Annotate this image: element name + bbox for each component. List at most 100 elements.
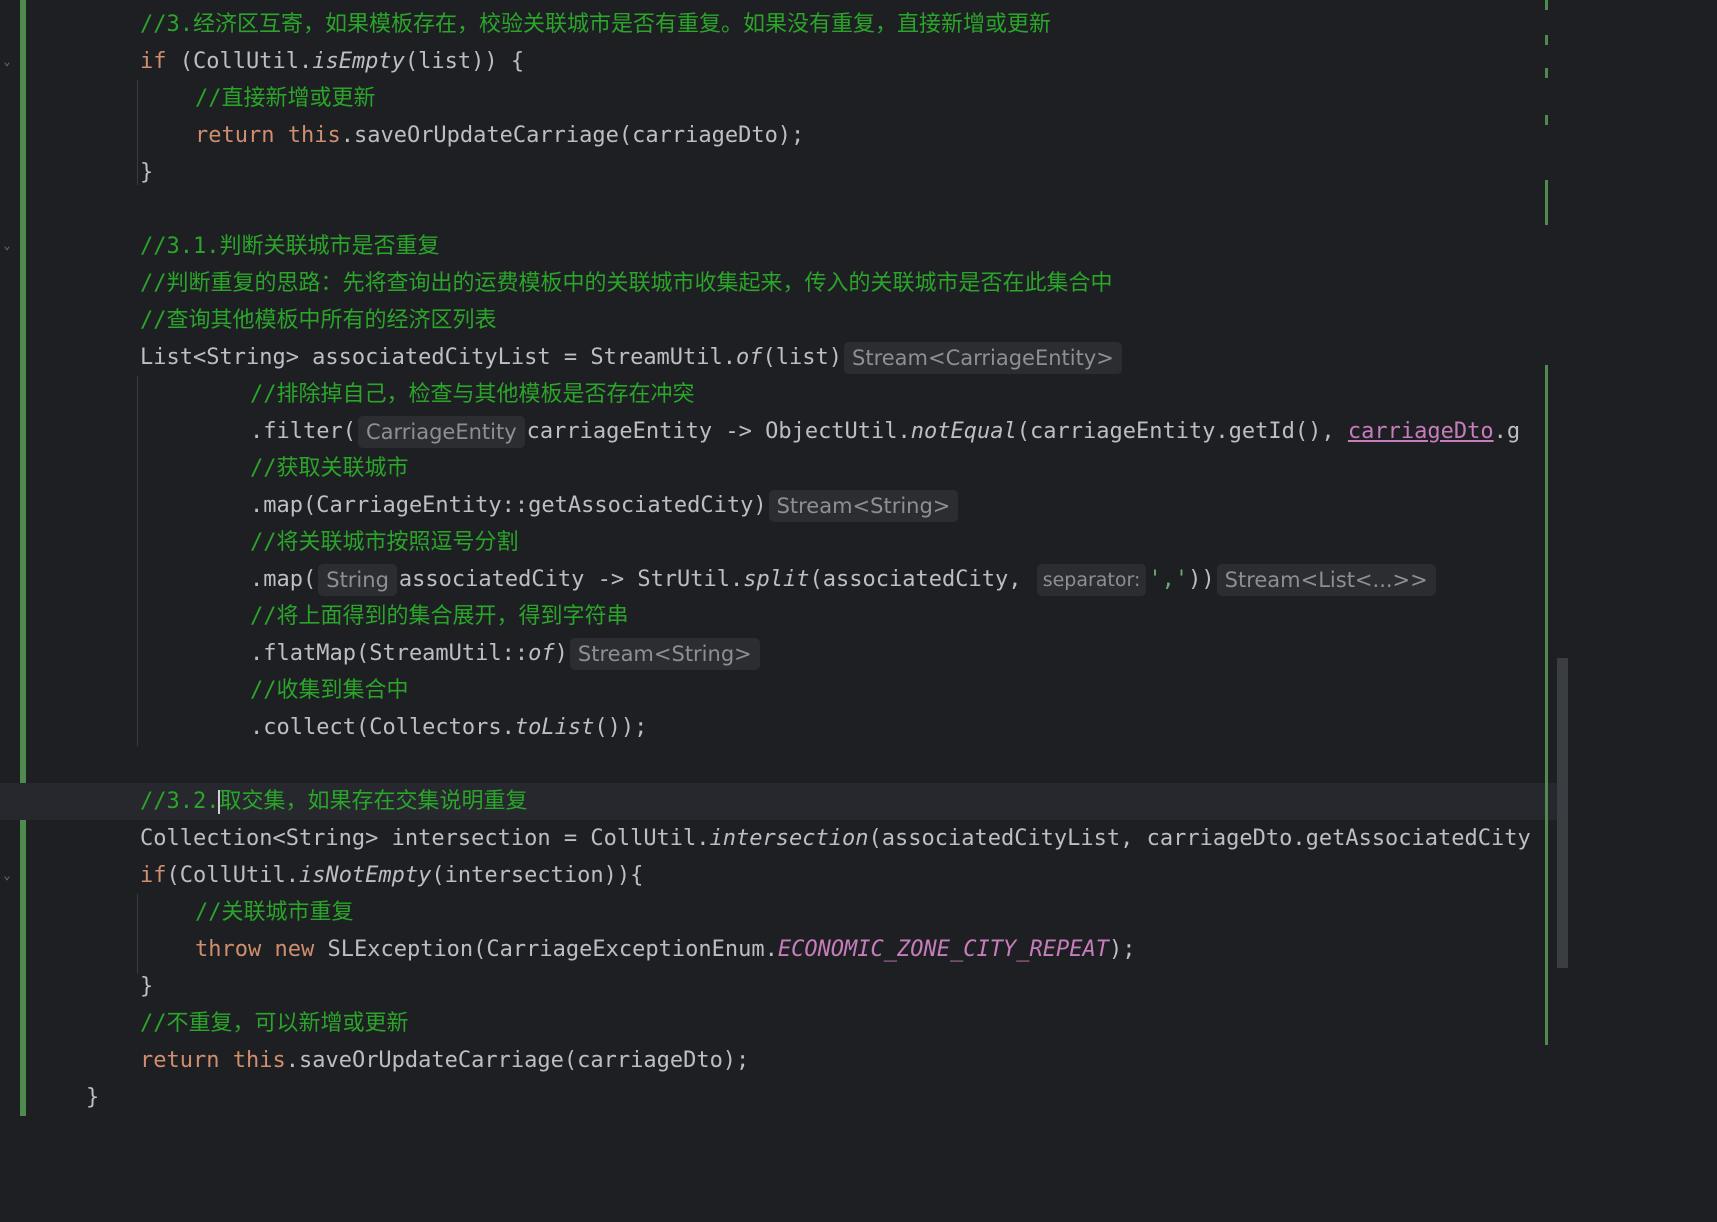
code-line-content: } [140,968,153,1005]
code-line[interactable]: .map(String associatedCity -> StrUtil.spl… [28,561,1568,598]
code-line[interactable]: } [28,968,1568,1005]
change-marker[interactable] [1545,365,1548,1045]
code-comment: //直接新增或更新 [195,86,376,111]
code-area[interactable]: //3.经济区互寄，如果模板存在，校验关联城市是否有重复。如果没有重复，直接新增… [0,0,1568,1116]
code-line[interactable]: List<String> associatedCityList = Stream… [28,339,1568,376]
code-line-content: //获取关联城市 [250,450,409,487]
code-line[interactable]: //查询其他模板中所有的经济区列表 [28,302,1568,339]
code-line-content: //3.1.判断关联城市是否重复 [140,228,439,265]
code-line[interactable]: //排除掉自己，检查与其他模板是否存在冲突 [28,376,1568,413]
code-editor[interactable]: ⌄ ⌄ ⌄ //3.经济区互寄，如果模板存在，校验关联城市是否有重复。如果没有重… [0,0,1568,1116]
type-hint: Stream<String> [569,638,760,670]
chevron-down-icon[interactable]: ⌄ [0,54,14,68]
code-keyword: return [195,123,275,148]
code-line[interactable]: return this.saveOrUpdateCarriage(carriag… [28,117,1568,154]
code-line[interactable]: .flatMap(StreamUtil::of) Stream<String> [28,635,1568,672]
change-marker[interactable] [1545,0,1548,10]
code-line-content: .flatMap(StreamUtil::of) Stream<String> [250,635,762,672]
code-token: carriageDto [1347,419,1494,444]
code-token: carriageEntity -> ObjectUtil. [526,419,911,444]
code-keyword: this [287,123,341,148]
code-comment: 取交集，如果存在交集说明重复 [219,789,528,814]
code-comment: //3.2. [140,789,220,814]
code-line[interactable]: throw new SLException(CarriageExceptionE… [28,931,1568,968]
code-token: .map(CarriageEntity::getAssociatedCity) [250,493,767,518]
code-token: notEqual [910,419,1017,444]
code-line[interactable]: if (CollUtil.isEmpty(list)) { [28,43,1568,80]
code-token: associatedCity -> StrUtil. [398,567,744,592]
scrollbar-thumb[interactable] [1557,658,1568,968]
code-line[interactable]: } [28,1079,1568,1116]
code-token: (CollUtil. [166,49,313,74]
code-keyword: new [274,937,315,962]
code-line[interactable]: .filter(CarriageEntity carriageEntity -> … [28,413,1568,450]
code-line-content: //将关联城市按照逗号分割 [250,524,519,561]
code-line[interactable]: //直接新增或更新 [28,80,1568,117]
code-line[interactable]: if(CollUtil.isNotEmpty(intersection)){ [28,857,1568,894]
code-line[interactable]: //获取关联城市 [28,450,1568,487]
code-line[interactable]: //判断重复的思路：先将查询出的运费模板中的关联城市收集起来，传入的关联城市是否… [28,265,1568,302]
change-marker[interactable] [1545,115,1548,125]
code-line-content: //3.2.取交集，如果存在交集说明重复 [140,783,528,820]
code-line-content: List<String> associatedCityList = Stream… [140,339,1124,376]
code-line-content: .filter(CarriageEntity carriageEntity -> … [250,413,1520,450]
code-token: (intersection)){ [431,863,644,888]
code-line[interactable]: return this.saveOrUpdateCarriage(carriag… [28,1042,1568,1079]
code-line[interactable]: //3.1.判断关联城市是否重复 [28,228,1568,265]
type-hint: Stream<List<...>> [1216,564,1436,596]
code-token: ()); [594,715,648,740]
parameter-hint: separator: [1036,564,1147,596]
code-line[interactable] [28,746,1568,783]
code-line[interactable]: } [28,154,1568,191]
chevron-down-icon[interactable]: ⌄ [0,868,14,882]
code-token: of [528,641,555,666]
change-marker[interactable] [1545,180,1548,225]
code-line[interactable]: //收集到集合中 [28,672,1568,709]
code-comment: //获取关联城市 [250,456,409,481]
code-line[interactable]: .collect(Collectors.toList()); [28,709,1568,746]
type-hint: String [318,564,397,596]
code-token: (carriageEntity.getId(), [1016,419,1348,444]
code-token: intersection [709,826,869,851]
code-token: } [140,974,154,999]
type-hint: CarriageEntity [357,416,525,448]
code-token: .saveOrUpdateCarriage(carriageDto); [340,123,805,148]
chevron-down-icon[interactable]: ⌄ [0,238,14,252]
code-token: .collect(Collectors. [250,715,515,740]
code-line-content: Collection<String> intersection = CollUt… [140,820,1531,857]
code-line[interactable] [28,191,1568,228]
code-line[interactable]: //将上面得到的集合展开，得到字符串 [28,598,1568,635]
change-marker[interactable] [1545,68,1548,78]
code-line[interactable]: Collection<String> intersection = CollUt… [28,820,1568,857]
code-line[interactable]: //关联城市重复 [28,894,1568,931]
code-line[interactable]: //不重复，可以新增或更新 [28,1005,1568,1042]
code-line[interactable]: //将关联城市按照逗号分割 [28,524,1568,561]
code-line-content: //判断重复的思路：先将查询出的运费模板中的关联城市收集起来，传入的关联城市是否… [140,265,1113,302]
change-marker[interactable] [1545,35,1548,45]
gutter[interactable]: ⌄ ⌄ ⌄ [0,0,28,1116]
vcs-change-bar[interactable] [20,0,26,1116]
code-comment: //将上面得到的集合展开，得到字符串 [250,604,629,629]
code-line-content: return this.saveOrUpdateCarriage(carriag… [195,117,804,154]
code-token: .filter( [250,419,356,444]
code-line[interactable]: .map(CarriageEntity::getAssociatedCity) S… [28,487,1568,524]
code-comment: //关联城市重复 [195,900,354,925]
code-comment: //收集到集合中 [250,678,409,703]
code-token: .saveOrUpdateCarriage(carriageDto); [285,1048,750,1073]
code-line-content: } [140,154,153,191]
code-token: (associatedCity, [809,567,1035,592]
code-line[interactable]: //3.2.取交集，如果存在交集说明重复 [0,783,1568,820]
code-line-content: if (CollUtil.isEmpty(list)) { [140,43,524,80]
code-line-content: .map(CarriageEntity::getAssociatedCity) S… [250,487,960,524]
code-token: (list)) { [404,49,525,74]
code-token: SLException(CarriageExceptionEnum. [314,937,778,962]
code-token: } [140,160,154,185]
code-token: .flatMap(StreamUtil:: [250,641,529,666]
code-line-content: //关联城市重复 [195,894,354,931]
code-line[interactable]: //3.经济区互寄，如果模板存在，校验关联城市是否有重复。如果没有重复，直接新增… [28,6,1568,43]
code-token: ECONOMIC_ZONE_CITY_REPEAT [777,937,1109,962]
code-keyword: return [140,1048,220,1073]
